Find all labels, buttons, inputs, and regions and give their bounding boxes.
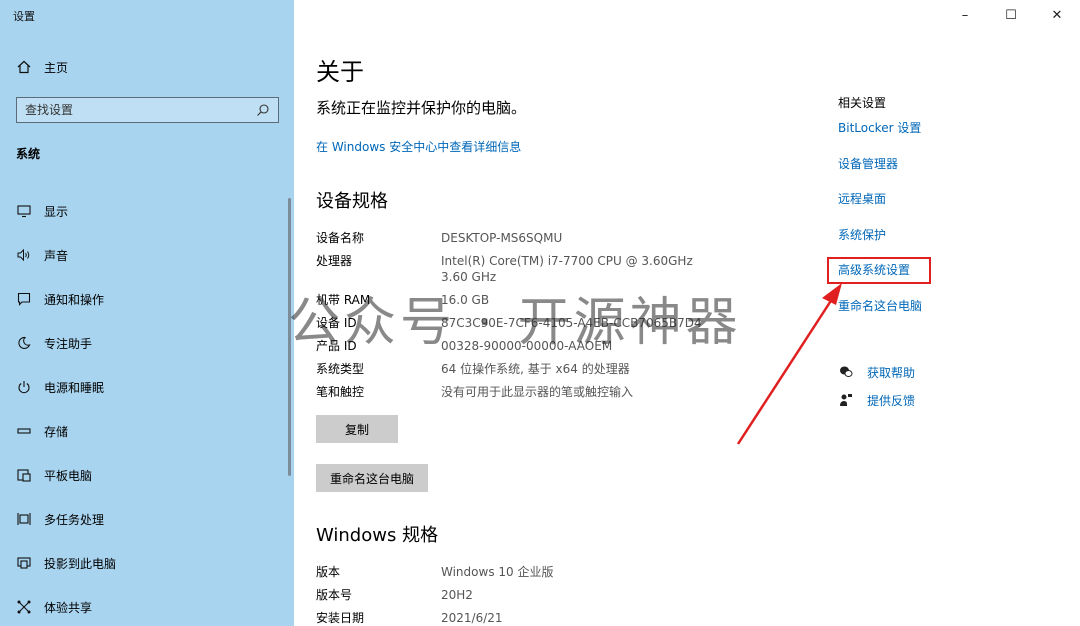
moon-icon	[16, 335, 32, 351]
sidebar-item-label: 体验共享	[44, 600, 93, 615]
sidebar-item-display[interactable]: 显示	[16, 189, 286, 233]
get-help-label: 获取帮助	[867, 365, 916, 380]
sidebar-item-power[interactable]: 电源和睡眠	[16, 365, 286, 409]
remote-desktop-link[interactable]: 远程桌面	[838, 192, 1068, 228]
spec-value: Windows 10 企业版	[441, 565, 554, 579]
project-icon	[16, 555, 32, 571]
sidebar-item-label: 专注助手	[44, 336, 93, 351]
search-input[interactable]	[25, 103, 256, 117]
spec-key: 系统类型	[316, 362, 365, 376]
sidebar-item-shared-experiences[interactable]: 体验共享	[16, 585, 286, 626]
sidebar-item-storage[interactable]: 存储	[16, 409, 286, 453]
share-icon	[16, 599, 32, 615]
search-icon[interactable]	[256, 103, 270, 117]
power-icon	[16, 379, 32, 395]
spec-value: 没有可用于此显示器的笔或触控输入	[441, 385, 634, 399]
section-label-system: 系统	[16, 147, 41, 161]
spec-row: 系统类型 64 位操作系统, 基于 x64 的处理器	[316, 361, 776, 377]
sidebar-item-notifications[interactable]: 通知和操作	[16, 277, 286, 321]
sidebar-nav: 显示 声音 通知和操作 专注助手 电源和睡眠 存储 平板电脑 多任务处理 投影到…	[16, 189, 286, 626]
spec-key: 设备名称	[316, 231, 365, 245]
device-spec-title: 设备规格	[316, 191, 388, 212]
highlight-box	[827, 257, 931, 284]
sidebar-item-label: 通知和操作	[44, 292, 105, 307]
protection-status: 系统正在监控并保护你的电脑。	[316, 99, 527, 117]
home-label: 主页	[44, 60, 69, 75]
watermark-text: 公众号 · 开源神器	[288, 293, 742, 353]
spec-key: 笔和触控	[316, 385, 365, 399]
multitask-icon	[16, 511, 32, 527]
window-controls: – ☐ ✕	[942, 0, 1080, 30]
sidebar-item-label: 声音	[44, 248, 69, 263]
sidebar-item-label: 存储	[44, 424, 69, 439]
feedback-icon	[838, 392, 854, 408]
spec-key: 安装日期	[316, 611, 365, 625]
help-section: 获取帮助 提供反馈	[838, 358, 915, 414]
spec-value: 20H2	[441, 588, 473, 602]
sidebar-item-label: 多任务处理	[44, 512, 105, 527]
spec-value: 64 位操作系统, 基于 x64 的处理器	[441, 362, 630, 376]
rename-pc-link[interactable]: 重命名这台电脑	[838, 299, 1068, 335]
device-manager-link[interactable]: 设备管理器	[838, 157, 1068, 193]
spec-row: 安装日期 2021/6/21	[316, 610, 776, 626]
spec-value: 2021/6/21	[441, 611, 503, 625]
storage-icon	[16, 423, 32, 439]
windows-spec-list: 版本 Windows 10 企业版 版本号 20H2 安装日期 2021/6/21	[316, 564, 776, 626]
sidebar-item-focus-assist[interactable]: 专注助手	[16, 321, 286, 365]
spec-key: 版本	[316, 565, 341, 579]
feedback-link[interactable]: 提供反馈	[838, 386, 915, 414]
feedback-label: 提供反馈	[867, 393, 916, 408]
sidebar-item-label: 投影到此电脑	[44, 556, 117, 571]
sidebar-item-label: 平板电脑	[44, 468, 93, 483]
spec-value: DESKTOP-MS6SQMU	[441, 231, 563, 245]
tablet-icon	[16, 467, 32, 483]
maximize-button[interactable]: ☐	[988, 0, 1034, 30]
sidebar-item-label: 显示	[44, 204, 69, 219]
monitor-icon	[16, 203, 32, 219]
spec-row: 版本 Windows 10 企业版	[316, 564, 776, 580]
get-help-link[interactable]: 获取帮助	[838, 358, 915, 386]
app-title: 设置	[13, 10, 35, 23]
speaker-icon	[16, 247, 32, 263]
search-box[interactable]	[16, 97, 279, 123]
sidebar-item-sound[interactable]: 声音	[16, 233, 286, 277]
home-icon	[16, 59, 32, 75]
sidebar-item-tablet[interactable]: 平板电脑	[16, 453, 286, 497]
sidebar-item-multitasking[interactable]: 多任务处理	[16, 497, 286, 541]
copy-button[interactable]: 复制	[316, 415, 398, 443]
notification-icon	[16, 291, 32, 307]
close-button[interactable]: ✕	[1034, 0, 1080, 30]
related-settings-title: 相关设置	[838, 96, 887, 110]
sidebar-item-project[interactable]: 投影到此电脑	[16, 541, 286, 585]
sidebar: 设置 主页 系统 显示 声音 通知和操作 专注助手	[0, 0, 294, 626]
minimize-button[interactable]: –	[942, 0, 988, 30]
rename-pc-button[interactable]: 重命名这台电脑	[316, 464, 429, 492]
windows-spec-title: Windows 规格	[316, 525, 439, 546]
related-settings: 相关设置 BitLocker 设置 设备管理器 远程桌面 系统保护 高级系统设置…	[838, 94, 1068, 334]
sidebar-item-label: 电源和睡眠	[44, 380, 105, 395]
bitlocker-settings-link[interactable]: BitLocker 设置	[838, 121, 1068, 157]
home-button[interactable]: 主页	[16, 57, 68, 77]
help-chat-icon	[838, 364, 854, 380]
spec-key: 版本号	[316, 588, 353, 602]
spec-row: 笔和触控 没有可用于此显示器的笔或触控输入	[316, 384, 776, 400]
spec-row: 版本号 20H2	[316, 587, 776, 603]
spec-row: 设备名称 DESKTOP-MS6SQMU	[316, 230, 776, 246]
page-title: 关于	[316, 58, 364, 86]
security-center-link[interactable]: 在 Windows 安全中心中查看详细信息	[316, 138, 521, 155]
